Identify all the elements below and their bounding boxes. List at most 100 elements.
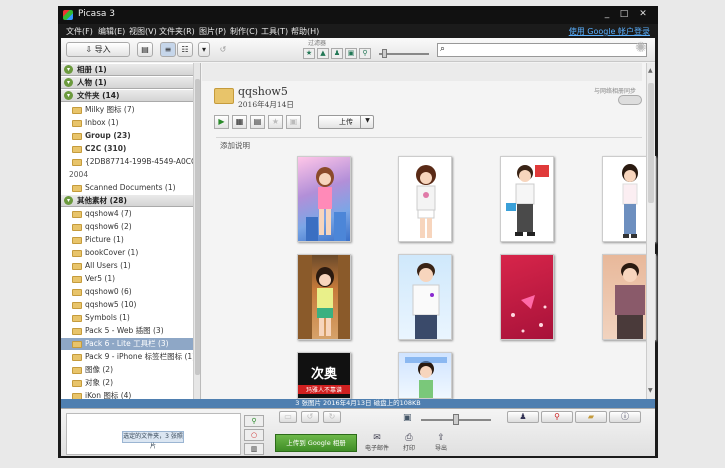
folder-item[interactable]: bookCover (1) <box>61 247 193 259</box>
folder-label: Symbols (1) <box>85 313 130 322</box>
section-other[interactable]: ▾ 其他素材 (28) <box>61 195 193 207</box>
minimize-button[interactable]: _ <box>600 8 614 20</box>
main-scroll-thumb[interactable] <box>648 83 654 203</box>
filter-date-slider-thumb[interactable] <box>382 49 387 58</box>
folder-item[interactable]: qqshow4 (7) <box>61 208 193 220</box>
save-button[interactable]: ▣ <box>286 115 301 129</box>
folder-item[interactable]: Pack 9 - iPhone 标签栏图标 (1) <box>61 351 193 363</box>
maximize-button[interactable]: □ <box>617 8 631 20</box>
folder-item[interactable]: Group (23) <box>61 130 193 142</box>
info-panel-button[interactable]: ⓘ <box>609 411 641 423</box>
filter-movie-button[interactable]: ▣ <box>345 48 357 59</box>
folder-item[interactable]: C2C (310) <box>61 143 193 155</box>
hold-button[interactable]: ⚲ <box>244 415 264 427</box>
rose-artwork <box>511 295 547 333</box>
close-button[interactable]: ✕ <box>636 8 650 20</box>
list-view-button[interactable]: ≡ <box>160 42 176 57</box>
add-caption-field[interactable]: 添加说明 <box>220 140 250 151</box>
menu-tools[interactable]: 工具(T) <box>261 26 288 37</box>
person-icon: ♟ <box>333 49 341 57</box>
folder-item[interactable]: Pack 5 - Web 插图 (3) <box>61 325 193 337</box>
print-action[interactable]: ⎙ 打印 <box>395 433 423 452</box>
places-panel-button[interactable]: ⚲ <box>541 411 573 423</box>
menu-file[interactable]: 文件(F) <box>66 26 93 37</box>
folder-item[interactable]: qqshow6 (2) <box>61 221 193 233</box>
export-action[interactable]: ⇪ 导出 <box>427 433 455 452</box>
folder-item[interactable]: 对象 (2) <box>61 377 193 389</box>
photo-thumbnail[interactable] <box>297 254 351 340</box>
import-button[interactable]: ⇩ 导入 <box>66 42 130 57</box>
tray-share-button[interactable]: ▭ <box>279 411 297 423</box>
collage-button[interactable]: ▦ <box>232 115 247 129</box>
filter-starred-button[interactable]: ★ <box>303 48 315 59</box>
thumbnail-subtext: 玛雅人不靠谱 <box>298 385 350 394</box>
photo-thumbnail[interactable] <box>500 254 554 340</box>
view-options-button[interactable]: ▾ <box>198 42 210 57</box>
photo-thumbnail[interactable] <box>398 352 452 399</box>
menu-create[interactable]: 制作(C) <box>230 26 258 37</box>
tree-view-button[interactable]: ☷ <box>177 42 193 57</box>
photo-thumbnail[interactable] <box>297 156 351 242</box>
photo-thumbnail[interactable]: 次奥 玛雅人不靠谱 <box>297 352 351 399</box>
tags-panel-button[interactable]: ▰ <box>575 411 607 423</box>
star-button[interactable]: ★ <box>268 115 283 129</box>
people-panel-button[interactable]: ♟ <box>507 411 539 423</box>
section-people[interactable]: ▾ 人物 (1) <box>61 77 193 89</box>
folder-item[interactable]: qqshow0 (6) <box>61 286 193 298</box>
sidebar-scroll-thumb[interactable] <box>195 79 200 375</box>
google-signin-link[interactable]: 使用 Google 帐户登录 <box>569 26 650 37</box>
menu-help[interactable]: 帮助(H) <box>291 26 319 37</box>
folder-item[interactable]: Symbols (1) <box>61 312 193 324</box>
photo-tray[interactable]: 选定的文件夹，3 张照片 <box>66 413 241 455</box>
section-albums[interactable]: ▾ 相册 (1) <box>61 64 193 76</box>
album-title[interactable]: qqshow5 <box>238 85 288 98</box>
share-to-google-button[interactable]: 上传到 Google 相册 <box>275 434 357 452</box>
movie-button[interactable]: ▤ <box>250 115 265 129</box>
filter-people-button[interactable]: ♟ <box>331 48 343 59</box>
chevron-down-icon: ▾ <box>201 45 206 54</box>
sidebar-scrollbar[interactable] <box>193 63 200 399</box>
folder-item[interactable]: Milky 图标 (7) <box>61 104 193 116</box>
menu-view[interactable]: 视图(V) <box>129 26 157 37</box>
folder-item[interactable]: iKon 图标 (4) <box>61 390 193 399</box>
album-icon: ▥ <box>250 445 258 453</box>
photo-thumbnail[interactable] <box>500 156 554 242</box>
rotate-left-button[interactable]: ↺ <box>301 411 319 423</box>
folder-item[interactable]: All Users (1) <box>61 260 193 272</box>
rotate-button[interactable]: ↺ <box>215 42 231 57</box>
folder-item[interactable]: {2DB87714-199B-4549-A0CC... <box>61 156 193 168</box>
main-scrollbar[interactable]: ▲ ▼ <box>646 63 655 399</box>
upload-dropdown-button[interactable]: ▼ <box>360 115 374 129</box>
slideshow-button[interactable]: ▶ <box>214 115 229 129</box>
photo-thumbnail[interactable] <box>398 156 452 242</box>
top-toolbar: ⇩ 导入 ▤ ≡ ☷ ▾ ↺ 过滤器 ★ ▲ ♟ ▣ ⚲ ⌕ ✺ <box>61 38 655 62</box>
section-folders[interactable]: ▾ 文件夹 (14) <box>61 90 193 102</box>
folder-item[interactable]: qqshow5 (10) <box>61 299 193 311</box>
folder-item[interactable]: 图像 (2) <box>61 364 193 376</box>
folder-item-selected[interactable]: Pack 6 - Lite 工具栏 (3) <box>61 338 193 350</box>
chevron-down-icon: ▾ <box>64 91 73 100</box>
folder-item[interactable]: Scanned Documents (1) <box>61 182 193 194</box>
folder-item[interactable]: Ver5 (1) <box>61 273 193 285</box>
album-header-strip <box>202 63 642 81</box>
folder-label: iKon 图标 (4) <box>85 391 132 399</box>
rotate-right-button[interactable]: ↻ <box>323 411 341 423</box>
add-to-album-button[interactable]: ▥ <box>244 443 264 455</box>
folder-item[interactable]: Picture (1) <box>61 234 193 246</box>
filter-geotag-button[interactable]: ⚲ <box>359 48 371 59</box>
photo-tray-panel: 选定的文件夹，3 张照片 ⚲ ○ ▥ ▭ ↺ ↻ 上传到 Google 相册 ✉… <box>61 408 655 456</box>
menu-edit[interactable]: 编辑(E) <box>98 26 125 37</box>
chevron-down-icon: ▼ <box>365 117 370 124</box>
clear-button[interactable]: ○ <box>244 429 264 441</box>
menu-picture[interactable]: 图片(P) <box>199 26 226 37</box>
thumbnail-size-slider-thumb[interactable] <box>453 414 459 425</box>
email-action[interactable]: ✉ 电子邮件 <box>363 433 391 452</box>
filter-uploaded-button[interactable]: ▲ <box>317 48 329 59</box>
folder-item[interactable]: Inbox (1) <box>61 117 193 129</box>
photo-thumbnail[interactable] <box>398 254 452 340</box>
album-add-button[interactable]: ▤ <box>137 42 153 57</box>
menu-folder[interactable]: 文件夹(R) <box>159 26 195 37</box>
search-input[interactable]: ⌕ <box>437 43 647 57</box>
sync-toggle[interactable] <box>618 95 642 105</box>
folder-icon <box>72 211 82 218</box>
